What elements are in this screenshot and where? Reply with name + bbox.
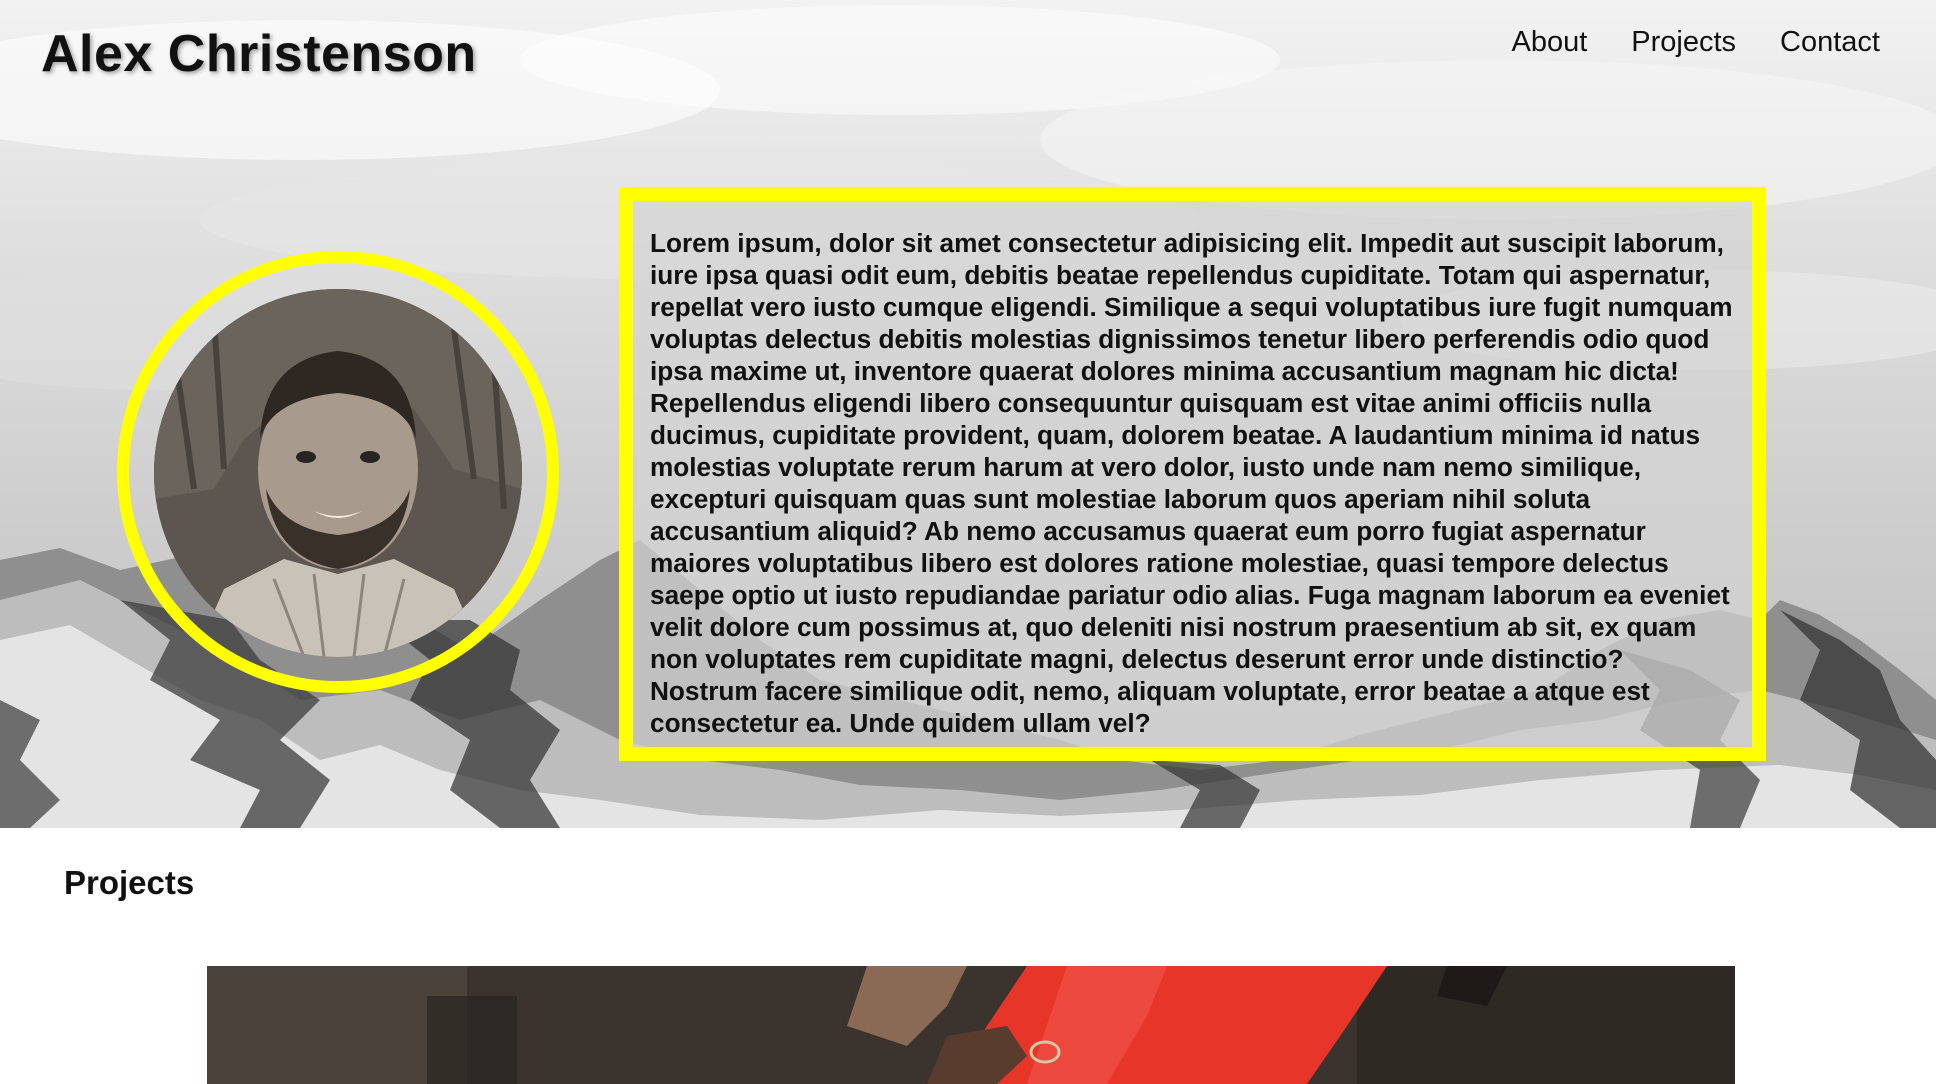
nav-link-about[interactable]: About bbox=[1511, 26, 1587, 59]
nav-link-projects[interactable]: Projects bbox=[1631, 26, 1736, 59]
nav-link-contact[interactable]: Contact bbox=[1780, 26, 1880, 59]
project-photo bbox=[207, 966, 1735, 1084]
avatar bbox=[154, 289, 522, 657]
about-bio-box: Lorem ipsum, dolor sit amet consectetur … bbox=[619, 187, 1766, 761]
projects-heading: Projects bbox=[64, 864, 195, 901]
site-title: Alex Christenson bbox=[41, 25, 477, 83]
about-bio-text: Lorem ipsum, dolor sit amet consectetur … bbox=[650, 228, 1733, 738]
main-nav: About Projects Contact bbox=[1511, 26, 1880, 59]
project-thumbnail[interactable] bbox=[207, 966, 1735, 1084]
portrait-photo bbox=[154, 289, 522, 657]
hero-section: Alex Christenson About Projects Contact … bbox=[0, 0, 1936, 828]
